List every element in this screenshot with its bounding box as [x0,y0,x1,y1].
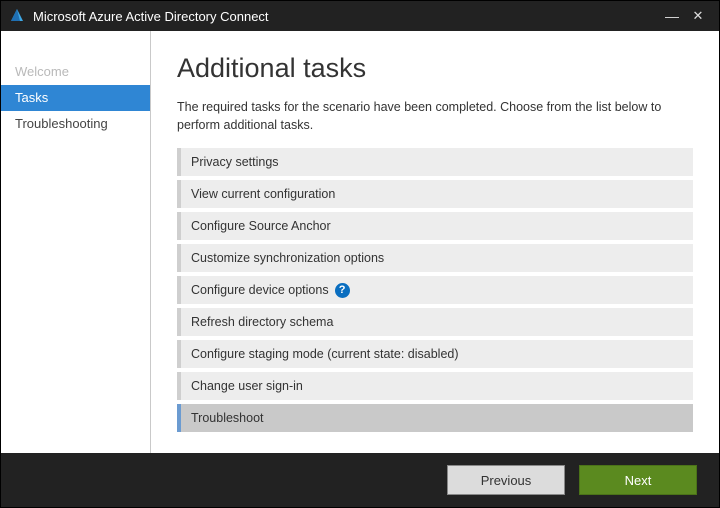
minimize-button[interactable]: — [659,8,685,24]
task-configure-source-anchor[interactable]: Configure Source Anchor [177,212,693,240]
task-customize-sync-options[interactable]: Customize synchronization options [177,244,693,272]
task-label: Privacy settings [191,155,279,169]
task-label: Change user sign-in [191,379,303,393]
app-logo-icon [9,8,25,24]
help-icon[interactable]: ? [335,283,350,298]
task-label: Refresh directory schema [191,315,333,329]
task-label: Customize synchronization options [191,251,384,265]
task-label: Configure Source Anchor [191,219,331,233]
page-description: The required tasks for the scenario have… [177,98,693,134]
task-label: Configure staging mode (current state: d… [191,347,459,361]
previous-button[interactable]: Previous [447,465,565,495]
window-title: Microsoft Azure Active Directory Connect [33,9,659,24]
task-change-user-sign-in[interactable]: Change user sign-in [177,372,693,400]
page-heading: Additional tasks [177,53,693,84]
sidebar-item-welcome[interactable]: Welcome [1,59,150,85]
footer: Previous Next [1,453,719,507]
main-panel: Additional tasks The required tasks for … [151,31,719,453]
task-view-current-configuration[interactable]: View current configuration [177,180,693,208]
task-troubleshoot[interactable]: Troubleshoot [177,404,693,432]
titlebar: Microsoft Azure Active Directory Connect… [1,1,719,31]
task-label: Configure device options [191,283,329,297]
task-label: Troubleshoot [191,411,264,425]
app-window: Microsoft Azure Active Directory Connect… [0,0,720,508]
task-label: View current configuration [191,187,335,201]
next-button[interactable]: Next [579,465,697,495]
body: Welcome Tasks Troubleshooting Additional… [1,31,719,453]
task-configure-device-options[interactable]: Configure device options ? [177,276,693,304]
sidebar-item-tasks[interactable]: Tasks [1,85,150,111]
task-configure-staging-mode[interactable]: Configure staging mode (current state: d… [177,340,693,368]
sidebar-item-troubleshooting[interactable]: Troubleshooting [1,111,150,137]
task-privacy-settings[interactable]: Privacy settings [177,148,693,176]
task-refresh-directory-schema[interactable]: Refresh directory schema [177,308,693,336]
sidebar: Welcome Tasks Troubleshooting [1,31,151,453]
close-button[interactable]: ✕ [685,8,711,24]
